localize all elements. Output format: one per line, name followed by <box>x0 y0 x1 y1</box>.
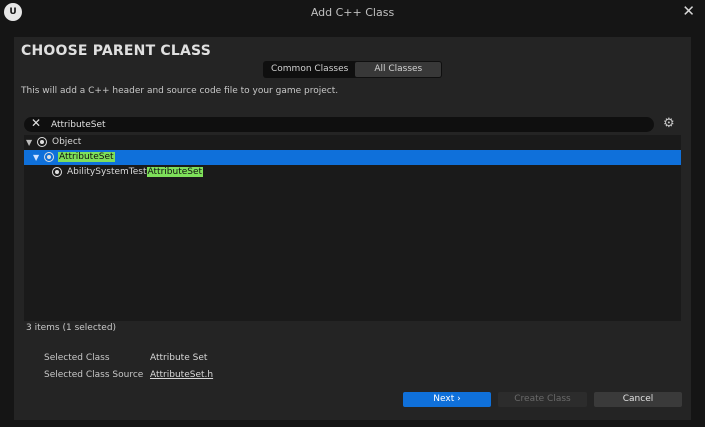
selected-class-label: Selected Class <box>44 353 110 363</box>
selected-class-value: Attribute Set <box>150 353 208 363</box>
search-match-highlight: AttributeSet <box>146 167 204 177</box>
chevron-right-icon: › <box>457 394 461 404</box>
cancel-button[interactable]: Cancel <box>594 392 682 407</box>
tree-item-object[interactable]: ▼ Object <box>24 135 681 150</box>
tree-item-abilitysystemtest-attributeset[interactable]: AbilitySystemTestAttributeSet <box>24 165 681 180</box>
dialog-panel: CHOOSE PARENT CLASS Common Classes All C… <box>14 37 691 420</box>
tree-item-label: Object <box>52 137 82 147</box>
class-tabs: Common Classes All Classes <box>263 61 443 78</box>
description-text: This will add a C++ header and source co… <box>21 86 339 96</box>
create-class-button[interactable]: Create Class <box>498 392 587 407</box>
tree-item-label: AttributeSet <box>58 150 115 165</box>
class-icon <box>44 152 54 162</box>
tree-item-attributeset[interactable]: ▼ AttributeSet <box>24 150 681 165</box>
window-title: Add C++ Class <box>310 6 395 19</box>
search-box: ✕ <box>24 116 654 132</box>
caret-down-icon[interactable]: ▼ <box>33 150 39 165</box>
search-input[interactable] <box>51 117 641 132</box>
tree-item-prefix: AbilitySystemTest <box>67 167 147 177</box>
search-match-highlight: AttributeSet <box>58 152 115 162</box>
tab-all-classes[interactable]: All Classes <box>355 62 442 77</box>
tab-common-classes[interactable]: Common Classes <box>264 61 355 78</box>
caret-down-icon[interactable]: ▼ <box>26 135 32 150</box>
selected-class-source-link[interactable]: AttributeSet.h <box>150 370 213 380</box>
next-button[interactable]: Next › <box>403 392 491 407</box>
page-title: CHOOSE PARENT CLASS <box>21 43 211 59</box>
class-icon <box>37 137 47 147</box>
clear-search-icon[interactable]: ✕ <box>31 116 41 130</box>
item-count: 3 items (1 selected) <box>26 323 117 333</box>
title-bar: U Add C++ Class ✕ <box>0 0 705 26</box>
selected-class-source-label: Selected Class Source <box>44 370 144 380</box>
close-icon[interactable]: ✕ <box>682 2 695 20</box>
gear-icon[interactable]: ⚙ <box>663 116 675 131</box>
next-button-label: Next <box>433 394 455 404</box>
tree-item-label: AbilitySystemTestAttributeSet <box>67 165 204 180</box>
class-tree: ▼ Object ▼ AttributeSet AbilitySystemTes… <box>24 135 681 321</box>
class-icon <box>52 167 62 177</box>
